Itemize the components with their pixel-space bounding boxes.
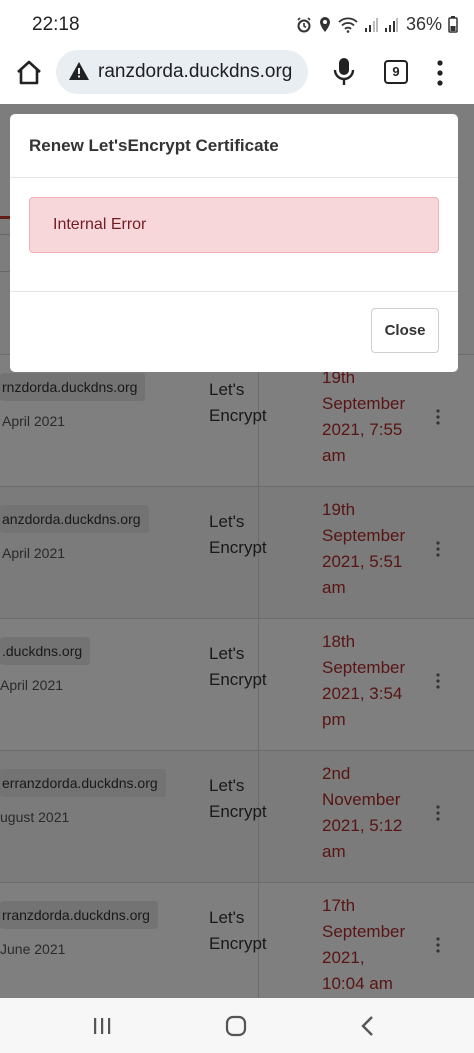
address-bar[interactable]: ranzdorda.duckdns.org — [56, 50, 308, 94]
url-text[interactable]: ranzdorda.duckdns.org — [98, 61, 292, 83]
home-circle-icon[interactable] — [222, 1012, 250, 1040]
back-icon[interactable] — [354, 1012, 382, 1040]
wifi-icon — [338, 17, 358, 33]
error-alert: Internal Error — [29, 197, 439, 253]
status-icons: 36% — [296, 14, 458, 35]
home-icon[interactable] — [14, 58, 44, 88]
modal-header: Renew Let'sEncrypt Certificate — [10, 114, 458, 178]
mic-icon[interactable] — [330, 56, 358, 88]
menu-dots-icon[interactable] — [432, 58, 448, 88]
location-icon — [319, 17, 330, 32]
renew-certificate-modal: Renew Let'sEncrypt Certificate Internal … — [10, 114, 458, 372]
warning-icon[interactable] — [68, 61, 90, 81]
signal-icon — [364, 17, 378, 32]
battery-level: 36% — [405, 14, 442, 34]
alarm-icon — [297, 16, 311, 32]
error-message: Internal Error — [53, 216, 147, 233]
status-bar: 22:18 36% — [0, 0, 474, 48]
signal-icon-2 — [384, 17, 398, 32]
battery-icon — [448, 16, 458, 33]
status-time: 22:18 — [32, 14, 80, 35]
tabs-icon[interactable]: 9 — [384, 60, 408, 84]
close-button[interactable]: Close — [371, 308, 439, 353]
recent-apps-icon[interactable] — [88, 1012, 116, 1040]
system-nav-bar — [0, 998, 474, 1053]
modal-title: Renew Let'sEncrypt Certificate — [29, 136, 279, 155]
browser-toolbar: ranzdorda.duckdns.org 9 — [0, 48, 474, 104]
